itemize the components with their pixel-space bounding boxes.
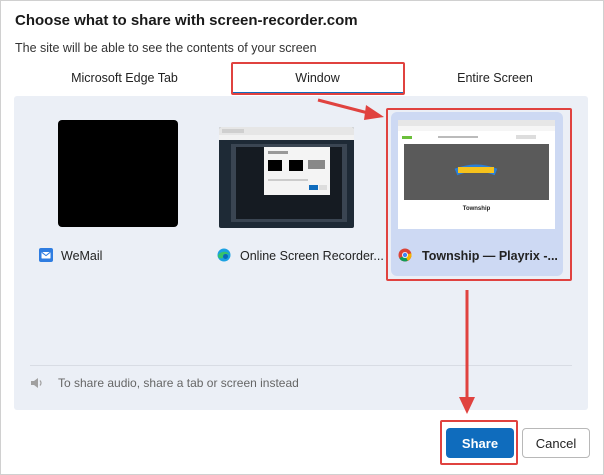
window-label-township[interactable]: Township — Playrix -... [422,249,557,263]
dialog-title: Choose what to share with screen-recorde… [15,12,358,29]
chrome-icon [398,248,412,262]
window-label-wemail[interactable]: WeMail [61,249,102,263]
edge-window-preview [219,127,354,222]
mail-icon [39,248,53,262]
township-caption: Township [462,206,491,212]
speaker-icon [31,378,42,388]
window-thumbnail-township[interactable]: Township [398,120,555,229]
tab-window[interactable]: Window [232,66,403,92]
tab-entire-screen[interactable]: Entire Screen [409,66,581,92]
tab-microsoft-edge-tab[interactable]: Microsoft Edge Tab [42,66,207,92]
window-label-online-screen-recorder[interactable]: Online Screen Recorder... [240,249,385,263]
window-list-panel: WeMail Online Screen Recorder... Townshi… [14,96,588,410]
township-window-preview [398,120,555,200]
dialog-subtitle: The site will be able to see the content… [15,41,317,55]
window-thumbnail-online-screen-recorder[interactable] [219,127,354,228]
window-thumbnail-wemail[interactable] [58,120,178,227]
share-button[interactable]: Share [446,428,514,458]
edge-icon [217,248,231,262]
tab-selected-indicator [232,92,403,94]
panel-divider [30,365,572,366]
cancel-button[interactable]: Cancel [522,428,590,458]
source-tabs: Microsoft Edge Tab Window Entire Screen [14,66,588,94]
audio-note-text: To share audio, share a tab or screen in… [58,376,299,390]
